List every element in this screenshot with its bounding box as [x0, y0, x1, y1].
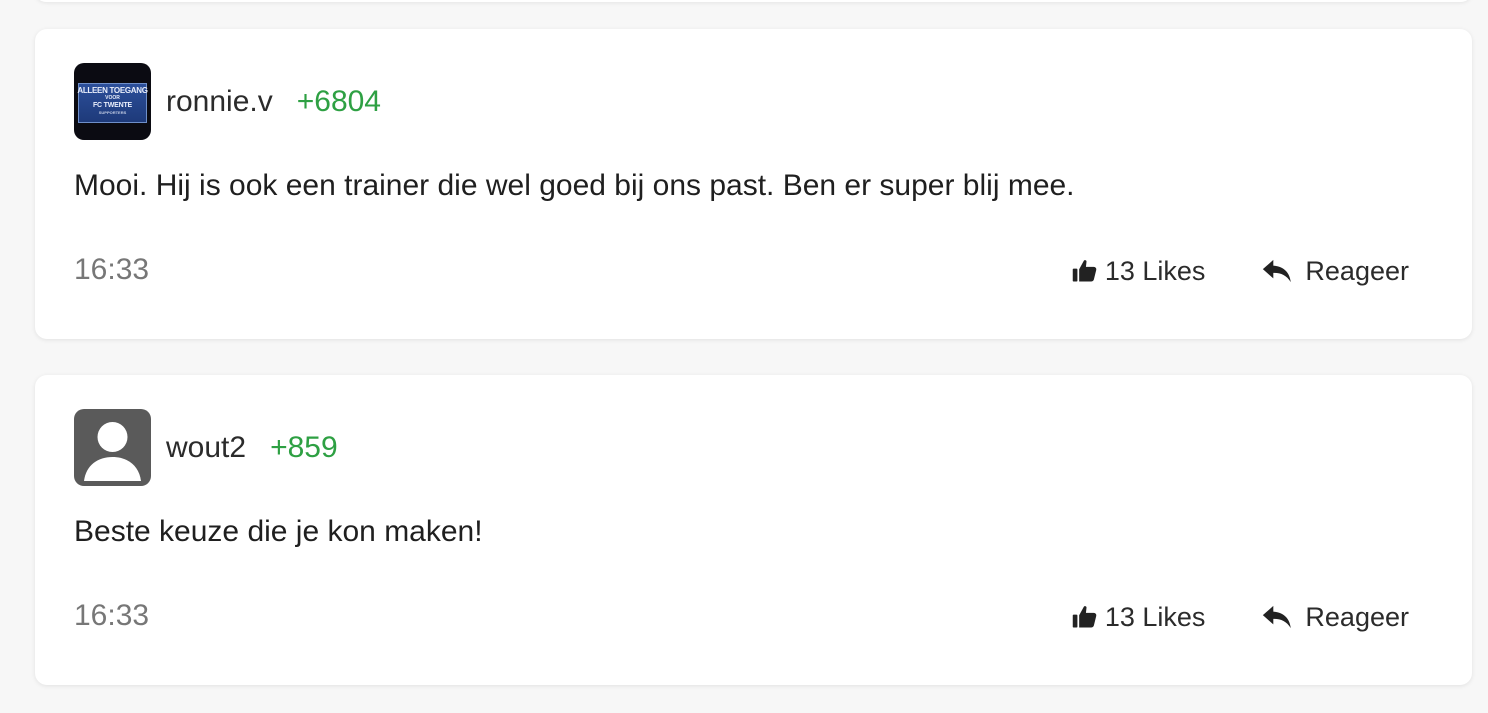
avatar[interactable] — [74, 409, 151, 486]
username[interactable]: wout2 — [166, 431, 246, 465]
comment-actions: 13 Likes Reageer — [1071, 599, 1409, 635]
comment-header: ALLEEN TOEGANG VOOR FC TWENTE SUPPORTERS… — [74, 63, 381, 140]
reply-label: Reageer — [1305, 601, 1409, 632]
thumbs-up-icon — [1071, 257, 1099, 285]
user-points: +859 — [270, 430, 338, 464]
thumbs-up-icon — [1071, 603, 1099, 631]
reply-arrow-icon — [1261, 257, 1293, 285]
like-button[interactable]: 13 Likes — [1071, 255, 1206, 287]
likes-count-label: 13 Likes — [1104, 255, 1206, 286]
reply-arrow-icon — [1261, 603, 1293, 631]
reply-button[interactable]: Reageer — [1261, 256, 1409, 287]
comment-card: wout2 +859 Beste keuze die je kon maken!… — [35, 375, 1472, 685]
user-silhouette-icon — [84, 422, 141, 481]
likes-count-label: 13 Likes — [1104, 601, 1206, 632]
badge-line: FC TWENTE — [92, 102, 133, 109]
comment-text: Beste keuze die je kon maken! — [74, 515, 483, 548]
comment-card: ALLEEN TOEGANG VOOR FC TWENTE SUPPORTERS… — [35, 29, 1472, 339]
badge-line: VOOR — [105, 95, 120, 101]
reply-button[interactable]: Reageer — [1261, 602, 1409, 633]
comment-actions: 13 Likes Reageer — [1071, 253, 1409, 289]
reply-label: Reageer — [1305, 255, 1409, 286]
comment-header: wout2 +859 — [74, 409, 338, 486]
previous-comment-card-edge — [35, 0, 1472, 2]
badge-line: SUPPORTERS — [98, 110, 127, 115]
avatar[interactable]: ALLEEN TOEGANG VOOR FC TWENTE SUPPORTERS — [74, 63, 151, 140]
like-button[interactable]: 13 Likes — [1071, 601, 1206, 633]
badge-line: ALLEEN TOEGANG — [77, 86, 148, 95]
user-points: +6804 — [296, 84, 381, 118]
comment-text: Mooi. Hij is ook een trainer die wel goe… — [74, 169, 1075, 202]
comment-timestamp: 16:33 — [74, 253, 150, 286]
username[interactable]: ronnie.v — [166, 85, 273, 119]
comment-timestamp: 16:33 — [74, 599, 150, 632]
fc-twente-badge-image: ALLEEN TOEGANG VOOR FC TWENTE SUPPORTERS — [77, 83, 148, 123]
